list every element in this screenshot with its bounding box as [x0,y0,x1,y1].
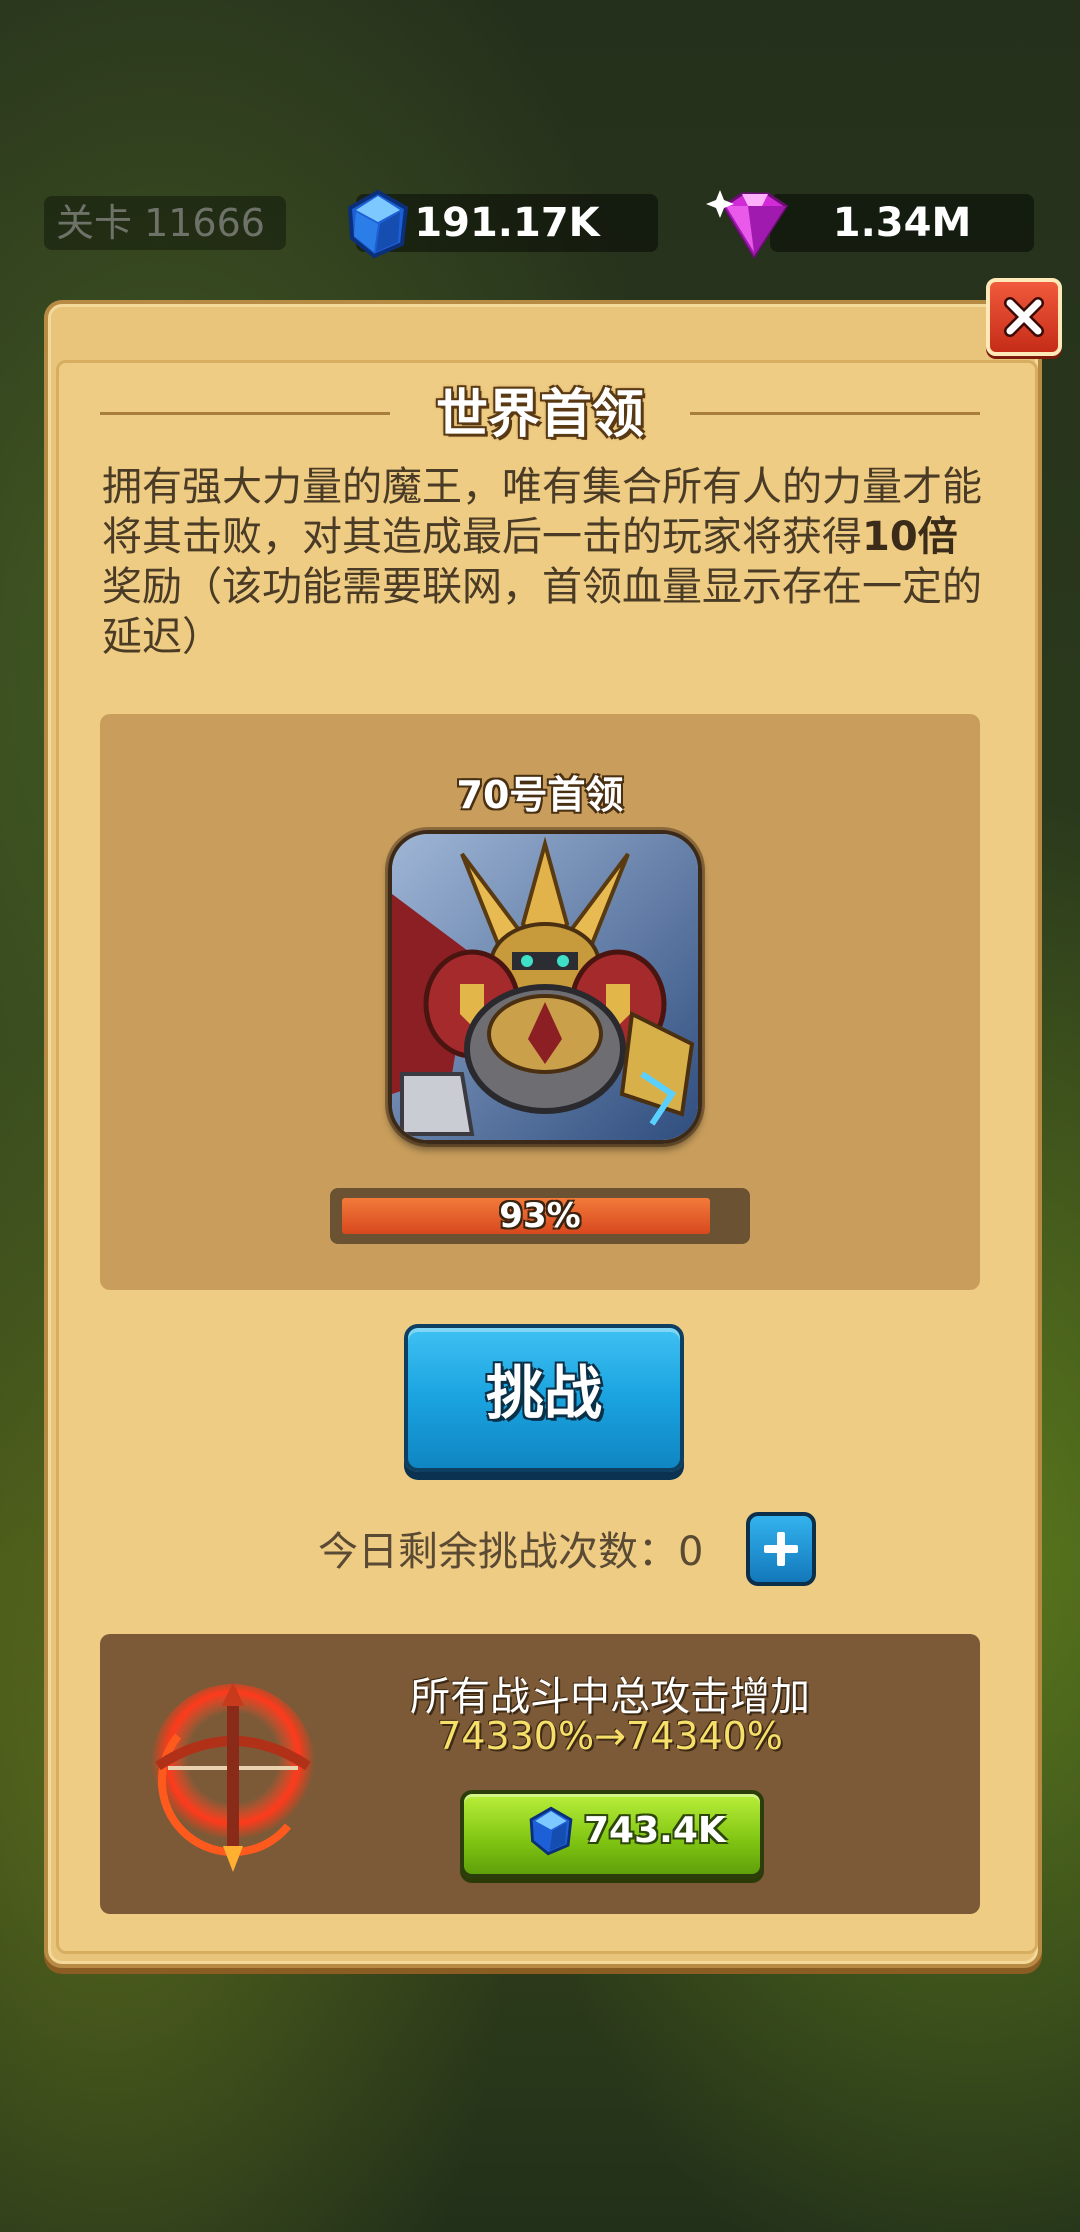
challenge-button[interactable]: 挑战 [404,1324,684,1472]
panel-title: 世界首领 [435,385,644,445]
pink-gem-counter[interactable]: 1.34M [770,194,1034,252]
remaining-challenges: 今日剩余挑战次数：0 [318,1529,704,1575]
upgrade-buy-button[interactable]: 743.4K [460,1790,764,1878]
close-button[interactable] [986,278,1062,356]
panel-header: 世界首领 [100,372,980,445]
boss-armor-icon [392,834,698,1140]
attack-upgrade-card: 所有战斗中总攻击增加 74330%→74340% 743.4K [100,1634,980,1914]
close-icon [1004,297,1044,337]
boss-portrait [388,830,702,1144]
reward-multiplier: 10倍 [862,514,958,560]
upgrade-cost: 743.4K [584,1810,726,1851]
add-challenges-button[interactable] [746,1512,816,1586]
boss-hp-bar: 93% [330,1188,750,1244]
level-indicator: 关卡 11666 [44,196,286,250]
top-bar: 关卡 11666 191.17K 1.34M [0,0,1080,300]
upgrade-values: 74330%→74340% [437,1714,783,1758]
blue-gem-icon [529,1806,573,1856]
blue-gem-icon [347,189,409,259]
boss-card: 70号首领 93% [100,714,980,1290]
crossbow-icon [151,1682,315,1872]
challenge-button-label: 挑战 [485,1359,602,1427]
boss-name: 70号首领 [456,773,624,817]
panel-description: 拥有强大力量的魔王，唯有集合所有人的力量才能将其击败，对其造成最后一击的玩家将获… [102,464,982,660]
pink-diamond-icon [706,190,789,259]
boss-hp-label: 93% [499,1196,581,1236]
